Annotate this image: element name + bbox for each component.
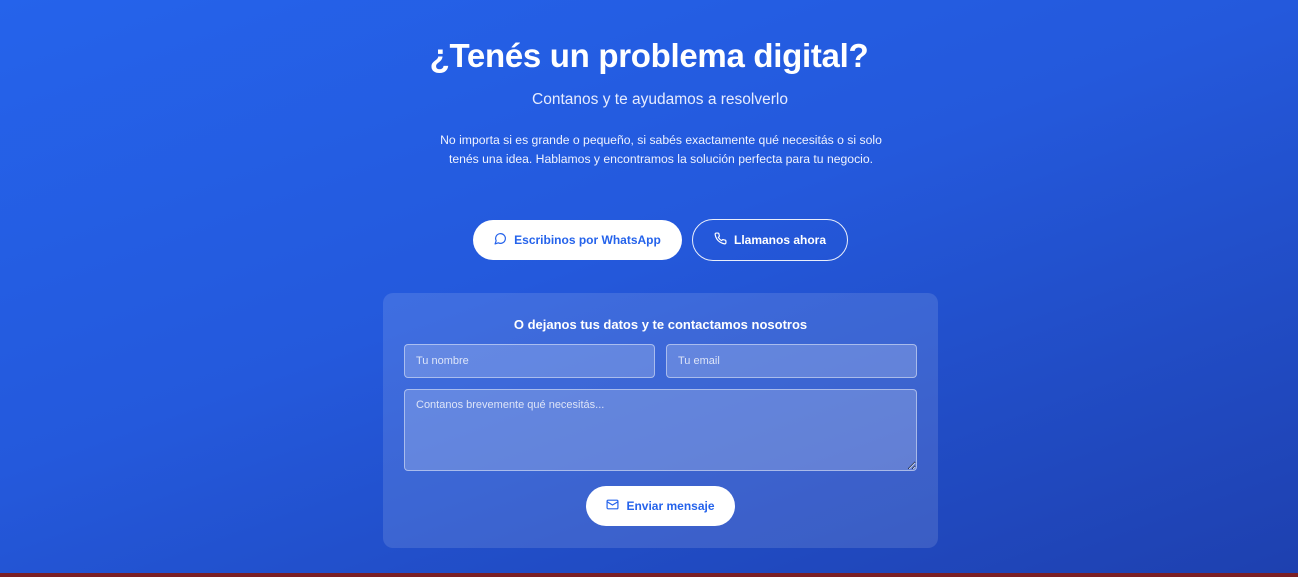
send-message-button[interactable]: Enviar mensaje [586, 486, 735, 526]
message-circle-icon [494, 232, 507, 248]
form-title: O dejanos tus datos y te contactamos nos… [513, 317, 808, 332]
page-description: No importa si es grande o pequeño, si sa… [440, 133, 882, 166]
footer-edge-bar [0, 573, 1298, 577]
call-button-label: Llamanos ahora [733, 233, 827, 247]
page-subtitle: Contanos y te ayudamos a resolverlo [532, 91, 788, 108]
call-button[interactable]: Llamanos ahora [692, 219, 848, 261]
phone-icon [714, 232, 727, 248]
page-title: ¿Tenés un problema digital? [429, 37, 869, 74]
send-button-label: Enviar mensaje [626, 499, 715, 513]
email-input[interactable] [666, 344, 917, 378]
contact-form-card: O dejanos tus datos y te contactamos nos… [383, 293, 938, 548]
whatsapp-button-label: Escribinos por WhatsApp [514, 233, 661, 247]
message-textarea[interactable] [404, 389, 917, 471]
name-input[interactable] [404, 344, 655, 378]
contact-section: ¿Tenés un problema digital? Contanos y t… [0, 0, 1298, 573]
mail-icon [606, 498, 619, 514]
whatsapp-button[interactable]: Escribinos por WhatsApp [473, 220, 682, 260]
